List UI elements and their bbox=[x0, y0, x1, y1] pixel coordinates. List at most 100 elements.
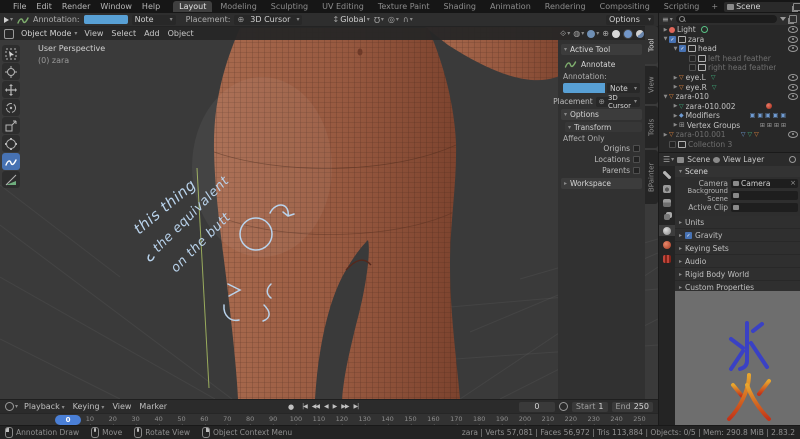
prev-keyframe-button[interactable]: ◀◀ bbox=[310, 403, 321, 410]
play-reverse-button[interactable]: ◀ bbox=[322, 403, 330, 410]
properties-tab-world[interactable] bbox=[659, 239, 675, 250]
scene-panel-header[interactable]: ▾Scene bbox=[675, 166, 800, 177]
outliner-item-head[interactable]: ▼✓head bbox=[659, 44, 800, 54]
annotation-color-swatch[interactable] bbox=[563, 83, 605, 93]
jump-start-button[interactable]: |◀ bbox=[300, 403, 309, 410]
outliner-item-left-head-feather[interactable]: left head feather bbox=[659, 54, 800, 64]
sidebar-tab-bpainter[interactable]: BPainter bbox=[645, 150, 658, 204]
select-box-tool[interactable] bbox=[2, 45, 20, 62]
timeline-menu-view[interactable]: View bbox=[112, 402, 131, 411]
collection-checkbox[interactable]: ✓ bbox=[669, 36, 676, 43]
next-keyframe-button[interactable]: ▶▶ bbox=[339, 403, 350, 410]
collection-checkbox[interactable] bbox=[689, 55, 696, 62]
viewport-menu-view[interactable]: View bbox=[84, 29, 103, 38]
camera-field[interactable]: Camera× bbox=[731, 179, 798, 188]
transform-orientation-dropdown[interactable]: ↕ Global▾ bbox=[332, 15, 369, 24]
properties-tab-tool[interactable] bbox=[659, 169, 675, 180]
rotate-tool[interactable] bbox=[2, 99, 20, 116]
breadcrumb-view-layer[interactable]: View Layer bbox=[723, 155, 764, 164]
outliner-item-zara-010[interactable]: ▼▽zara-010 bbox=[659, 92, 800, 102]
viewport-menu-select[interactable]: Select bbox=[111, 29, 136, 38]
new-scene-icon[interactable] bbox=[793, 3, 800, 11]
expander-icon[interactable]: ▶ bbox=[662, 132, 669, 138]
panel-keying-sets[interactable]: ▸Keying Sets bbox=[675, 242, 800, 255]
shading-material-icon[interactable] bbox=[623, 29, 633, 39]
add-workspace-button[interactable]: + bbox=[705, 1, 724, 12]
sidebar-tab-view[interactable]: View bbox=[645, 66, 658, 104]
workspace-tab-animation[interactable]: Animation bbox=[484, 1, 537, 12]
menubar-item-help[interactable]: Help bbox=[137, 2, 165, 11]
editor-type-icon[interactable]: ☰▾ bbox=[663, 155, 674, 164]
outliner-item-right-head-feather[interactable]: right head feather bbox=[659, 63, 800, 73]
move-tool[interactable] bbox=[2, 81, 20, 98]
active-tool-icon[interactable]: ▾ bbox=[4, 16, 13, 23]
shading-wireframe-icon[interactable]: ⊕ bbox=[602, 29, 609, 38]
workspace-tab-shading[interactable]: Shading bbox=[437, 1, 482, 12]
cursor-tool[interactable] bbox=[2, 63, 20, 80]
options-dropdown[interactable]: Options▾ bbox=[606, 15, 654, 25]
keying-icon[interactable] bbox=[559, 402, 568, 411]
workspace-tab-scripting[interactable]: Scripting bbox=[658, 1, 706, 12]
outliner-item-zara-010-001[interactable]: ▶▽zara-010.001▽▽▽ bbox=[659, 130, 800, 140]
properties-tab-texture[interactable] bbox=[659, 253, 675, 264]
overlays-toggle-icon[interactable]: ◍▾ bbox=[573, 29, 584, 38]
menubar-item-file[interactable]: File bbox=[8, 2, 31, 11]
start-frame-field[interactable]: Start1 bbox=[572, 402, 608, 412]
mode-dropdown[interactable]: Object Mode▾ bbox=[18, 29, 80, 39]
annotation-color-swatch[interactable] bbox=[84, 15, 128, 24]
expander-icon[interactable]: ▶ bbox=[672, 103, 679, 109]
visibility-eye-icon[interactable] bbox=[788, 131, 798, 138]
workspace-tab-rendering[interactable]: Rendering bbox=[539, 1, 592, 12]
panel-audio[interactable]: ▸Audio bbox=[675, 255, 800, 268]
placement-dropdown[interactable]: ⊕3D Cursor▾ bbox=[234, 15, 302, 25]
falloff-icon[interactable]: ∩▾ bbox=[403, 15, 413, 24]
expander-icon[interactable]: ▶ bbox=[672, 122, 679, 128]
outliner-item-light[interactable]: ▶Light bbox=[659, 25, 800, 35]
visibility-eye-icon[interactable] bbox=[788, 93, 798, 100]
shading-solid-icon[interactable] bbox=[612, 30, 620, 38]
expander-icon[interactable]: ▼ bbox=[672, 46, 679, 52]
workspace-tab-modeling[interactable]: Modeling bbox=[214, 1, 262, 12]
visibility-eye-icon[interactable] bbox=[788, 45, 798, 52]
menubar-item-render[interactable]: Render bbox=[57, 2, 95, 11]
workspace-tab-layout[interactable]: Layout bbox=[173, 1, 212, 12]
outliner-item-eye-r[interactable]: ▶▽eye.R▽ bbox=[659, 82, 800, 92]
properties-tab-view-layer[interactable] bbox=[659, 211, 675, 222]
active-clip-field[interactable] bbox=[731, 203, 798, 212]
active-tool-panel-header[interactable]: ▾Active Tool bbox=[561, 44, 642, 55]
placement-dropdown[interactable]: ⊕3D Cursor▾ bbox=[596, 97, 640, 107]
visibility-eye-icon[interactable] bbox=[788, 26, 798, 33]
note-dropdown[interactable]: Note▾ bbox=[607, 83, 640, 93]
playhead[interactable]: 0 bbox=[55, 415, 81, 425]
workspace-tab-uv-editing[interactable]: UV Editing bbox=[316, 1, 370, 12]
expander-icon[interactable]: ▶ bbox=[672, 84, 679, 90]
clear-camera-icon[interactable]: × bbox=[790, 180, 796, 186]
record-button[interactable]: ● bbox=[286, 403, 295, 411]
collection-checkbox[interactable]: ✓ bbox=[679, 45, 686, 52]
proportional-editing-icon[interactable]: ◎▾ bbox=[388, 15, 399, 24]
new-collection-icon[interactable] bbox=[789, 15, 797, 23]
expander-icon[interactable]: ▶ bbox=[662, 27, 669, 33]
timeline-menu-marker[interactable]: Marker bbox=[139, 402, 167, 411]
outliner-item-zara[interactable]: ▼✓zara bbox=[659, 35, 800, 45]
filter-icon[interactable] bbox=[780, 17, 786, 21]
background-scene-field[interactable] bbox=[731, 191, 798, 200]
visibility-eye-icon[interactable] bbox=[788, 74, 798, 81]
timeline-menu-keying[interactable]: Keying ▾ bbox=[73, 402, 105, 411]
xray-toggle-icon[interactable]: ▾ bbox=[587, 30, 599, 38]
pin-icon[interactable] bbox=[789, 156, 796, 163]
workspace-tab-compositing[interactable]: Compositing bbox=[594, 1, 656, 12]
menubar-item-window[interactable]: Window bbox=[95, 2, 137, 11]
properties-tab-scene[interactable] bbox=[659, 225, 675, 236]
outliner-item-vertex-groups[interactable]: ▶⊞Vertex Groups⊞⊞⊞⊞ bbox=[659, 120, 800, 130]
shading-rendered-icon[interactable] bbox=[636, 30, 644, 38]
note-dropdown[interactable]: Note▾ bbox=[132, 15, 176, 25]
transform-tool[interactable] bbox=[2, 135, 20, 152]
measure-tool[interactable] bbox=[2, 171, 20, 188]
annotate-tool[interactable] bbox=[2, 153, 20, 170]
outliner-search-input[interactable] bbox=[676, 15, 777, 23]
editor-type-clock-icon[interactable]: ▾ bbox=[5, 402, 18, 411]
display-mode-icon[interactable]: ≡▾ bbox=[662, 15, 673, 24]
viewport-menu-add[interactable]: Add bbox=[144, 29, 160, 38]
checkbox-parents[interactable] bbox=[633, 167, 640, 174]
